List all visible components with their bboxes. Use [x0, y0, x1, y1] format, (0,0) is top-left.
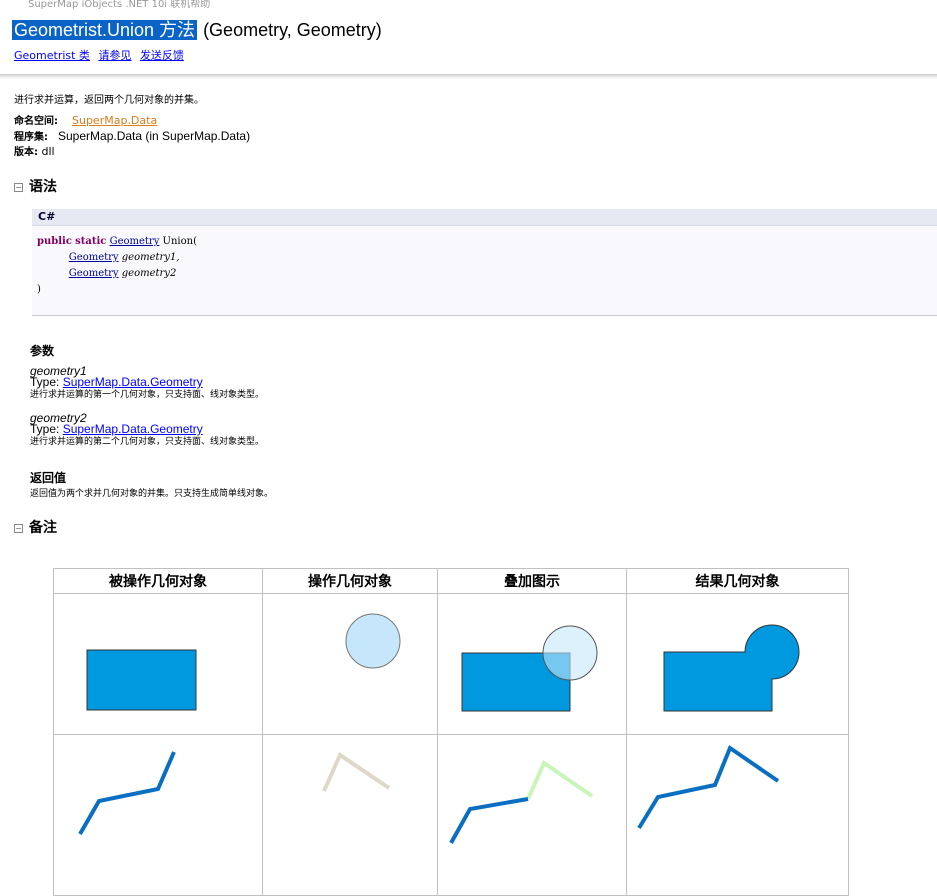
return-value-description: 返回值为两个求并几何对象的并集。只支持生成简单线对象。 — [30, 489, 274, 499]
page-title: Geometrist.Union 方法 (Geometry, Geometry) — [12, 16, 382, 42]
param1-type-link[interactable]: Geometry — [69, 252, 119, 263]
syntax-heading: 语法 — [29, 179, 57, 195]
collapse-icon[interactable]: − — [14, 523, 23, 533]
union-shape — [663, 624, 800, 712]
return-type-link[interactable]: Geometry — [110, 236, 160, 247]
param1-name: geometry1, — [121, 252, 180, 263]
column-header: 操作几何对象 — [262, 568, 438, 594]
code-method: Union( — [162, 236, 197, 247]
param2-name: geometry2 — [121, 268, 177, 279]
region-operator-figure — [345, 613, 401, 669]
line-operated-figure — [78, 751, 176, 835]
namespace-label: 命名空间: — [14, 116, 58, 127]
line-result-figure — [637, 744, 780, 830]
circle-shape — [345, 613, 401, 669]
parameters-heading: 参数 — [30, 344, 55, 358]
table-row — [53, 734, 849, 896]
table-row — [53, 593, 849, 735]
page-header: SuperMap iObjects .NET 10i 联机帮助 Geometri… — [0, 0, 937, 79]
line-result-cell — [626, 734, 849, 896]
syntax-section-toggle[interactable]: − 语法 — [14, 176, 57, 196]
line-overlay-cell — [437, 734, 627, 896]
code-keyword: static — [75, 236, 107, 247]
version-value: dll — [41, 145, 55, 158]
page-title-highlight: Geometrist.Union 方法 — [12, 20, 198, 40]
region-overlay-cell — [437, 593, 627, 735]
column-header: 被操作几何对象 — [53, 568, 263, 594]
line-operator-cell — [262, 734, 438, 896]
assembly-label: 程序集: — [14, 132, 48, 143]
region-result-figure — [663, 624, 800, 712]
namespace-link[interactable]: SuperMap.Data — [58, 114, 157, 127]
class-link[interactable]: Geometrist 类 — [14, 49, 90, 62]
table-header-row: 被操作几何对象 操作几何对象 叠加图示 结果几何对象 — [53, 568, 849, 594]
version-label: 版本: — [14, 147, 38, 158]
code-block: C# public static Geometry Union( Geometr… — [32, 209, 937, 316]
polyline-shape — [637, 744, 780, 830]
region-operator-cell — [262, 593, 438, 735]
summary-text: 进行求并运算，返回两个几何对象的并集。 — [14, 95, 204, 106]
line-overlay-figure — [449, 759, 594, 844]
union-illustration-table: 被操作几何对象 操作几何对象 叠加图示 结果几何对象 — [53, 568, 849, 896]
column-header: 结果几何对象 — [626, 568, 849, 594]
return-value-heading: 返回值 — [30, 471, 67, 485]
code-keyword: public — [37, 236, 72, 247]
polyline-shape — [449, 797, 529, 844]
param2-type-link[interactable]: Geometry — [69, 268, 119, 279]
type-label: Type: — [30, 422, 60, 436]
parameter-type-link[interactable]: SuperMap.Data.Geometry — [63, 375, 203, 389]
type-label: Type: — [30, 375, 60, 389]
page-title-signature: (Geometry, Geometry) — [203, 20, 382, 40]
circle-shape — [542, 625, 598, 681]
polyline-shape — [322, 752, 391, 792]
parameter-description: 进行求并运算的第二个几何对象，只支持面、线对象类型。 — [30, 437, 265, 447]
code-close: ) — [37, 284, 41, 295]
polyline-shape — [78, 751, 176, 835]
header-links: Geometrist 类 请参见 发送反馈 — [14, 47, 189, 63]
header-divider — [0, 74, 937, 79]
region-operated-cell — [53, 593, 263, 735]
assembly-value: SuperMap.Data (in SuperMap.Data) — [58, 129, 251, 143]
column-header: 叠加图示 — [437, 568, 627, 594]
collapse-icon[interactable]: − — [14, 182, 23, 192]
code-signature: public static Geometry Union( Geometry g… — [37, 234, 937, 298]
region-operated-figure — [86, 649, 197, 711]
polyline-shape — [526, 759, 594, 800]
feedback-link[interactable]: 发送反馈 — [140, 49, 184, 62]
line-operator-figure — [322, 752, 391, 792]
region-result-cell — [626, 593, 849, 735]
parameter-item: geometry2 Type: SuperMap.Data.Geometry 进… — [30, 412, 265, 448]
see-also-link[interactable]: 请参见 — [98, 49, 131, 62]
code-language-label: C# — [32, 209, 937, 226]
remarks-heading: 备注 — [29, 520, 57, 536]
rectangle-shape — [86, 649, 197, 711]
remarks-section-toggle[interactable]: − 备注 — [14, 517, 57, 537]
parameter-description: 进行求并运算的第一个几何对象，只支持面、线对象类型。 — [30, 390, 265, 400]
parameter-type-link[interactable]: SuperMap.Data.Geometry — [63, 422, 203, 436]
region-overlay-figure — [461, 625, 598, 712]
parameter-item: geometry1 Type: SuperMap.Data.Geometry 进… — [30, 365, 265, 401]
line-operated-cell — [53, 734, 263, 896]
product-name: SuperMap iObjects .NET 10i 联机帮助 — [28, 0, 211, 10]
metadata-block: 命名空间: SuperMap.Data 程序集: SuperMap.Data (in… — [14, 114, 250, 160]
